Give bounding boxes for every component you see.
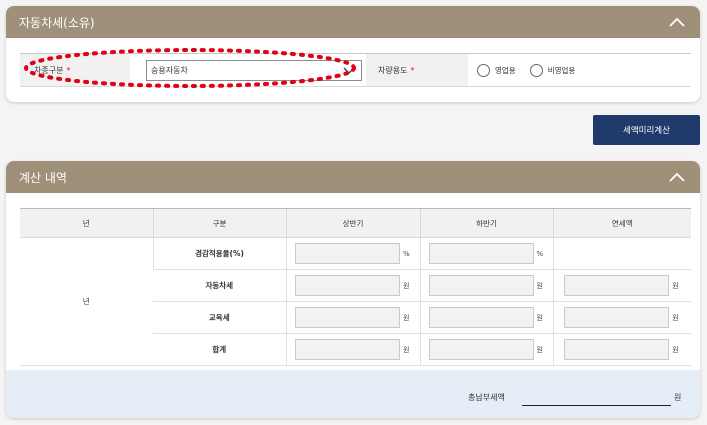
unit-label: %: [536, 249, 544, 258]
row-label: 자동차세: [153, 269, 286, 302]
annual-edu-tax-field[interactable]: [564, 307, 670, 328]
radio-button[interactable]: [529, 63, 543, 77]
highlight-ellipse: [24, 48, 356, 88]
usage-radio-group: 영업용 비영업용: [477, 54, 575, 86]
unit-label: 원: [672, 281, 679, 290]
second-half-edu-tax-field[interactable]: [428, 307, 534, 328]
column-header: 상반기: [285, 208, 420, 238]
unit-label: 원: [672, 313, 679, 322]
total-payment-field[interactable]: [522, 405, 671, 406]
usage-option-noncommercial[interactable]: 비영업용: [529, 63, 576, 77]
column-header: 년: [20, 208, 153, 238]
calculation-panel: 계산 내역 년 구분 상반기 하반기 연세액 년 경감적용율(%) % % 자동…: [6, 161, 700, 418]
required-mark: *: [410, 65, 415, 75]
usage-label-cell: 차량용도 *: [366, 54, 468, 86]
unit-label: 원: [403, 281, 410, 290]
column-header: 구분: [152, 208, 286, 238]
calculation-title: 계산 내역: [19, 170, 67, 185]
row-label: 경감적용율(%): [152, 237, 286, 270]
table-header-row: 년 구분 상반기 하반기 연세액: [20, 208, 691, 238]
unit-label: 원: [672, 345, 679, 354]
row-label: 교육세: [153, 301, 286, 334]
first-half-car-tax-field[interactable]: [295, 275, 400, 296]
calculation-panel-header[interactable]: 계산 내역: [6, 161, 700, 193]
first-half-total-field[interactable]: [295, 339, 400, 360]
chevron-up-icon[interactable]: [668, 16, 686, 28]
second-half-total-field[interactable]: [428, 339, 534, 360]
usage-label: 차량용도: [378, 65, 408, 75]
second-half-rate-field[interactable]: [428, 243, 534, 264]
calculate-tax-button[interactable]: 세액미리계산: [593, 115, 700, 145]
unit-label: 원: [536, 345, 543, 354]
unit-label: 원: [403, 345, 410, 354]
year-cell: 년: [20, 237, 153, 366]
annual-total-field[interactable]: [564, 339, 670, 360]
chevron-up-icon[interactable]: [668, 171, 686, 183]
total-payment-bar: 총납부세액 원: [6, 370, 700, 418]
radio-button[interactable]: [477, 63, 490, 77]
second-half-car-tax-field[interactable]: [428, 275, 534, 296]
table-row: 년 경감적용율(%) % %: [20, 237, 691, 366]
first-half-rate-field[interactable]: [295, 243, 400, 264]
usage-option-label: 영업용: [495, 65, 516, 75]
annual-car-tax-field[interactable]: [564, 275, 670, 296]
unit-label: 원: [403, 313, 410, 322]
unit-label: 원: [536, 313, 543, 322]
usage-option-commercial[interactable]: 영업용: [477, 63, 516, 77]
unit-label: 원: [536, 281, 543, 290]
empty-cell: [552, 237, 691, 270]
total-payment-unit: 원: [674, 393, 682, 402]
vehicle-tax-title: 자동차세(소유): [19, 15, 95, 30]
vehicle-tax-panel-header[interactable]: 자동차세(소유): [6, 6, 700, 38]
calculation-table: 년 구분 상반기 하반기 연세액 년 경감적용율(%) % % 자동차세 원 원…: [20, 208, 691, 366]
column-header: 하반기: [419, 208, 553, 238]
total-payment-label: 총납부세액: [468, 393, 505, 402]
first-half-edu-tax-field[interactable]: [295, 307, 400, 328]
usage-option-label: 비영업용: [547, 65, 576, 75]
unit-label: %: [403, 249, 410, 258]
row-label: 합계: [153, 333, 286, 366]
column-header: 연세액: [552, 208, 691, 238]
